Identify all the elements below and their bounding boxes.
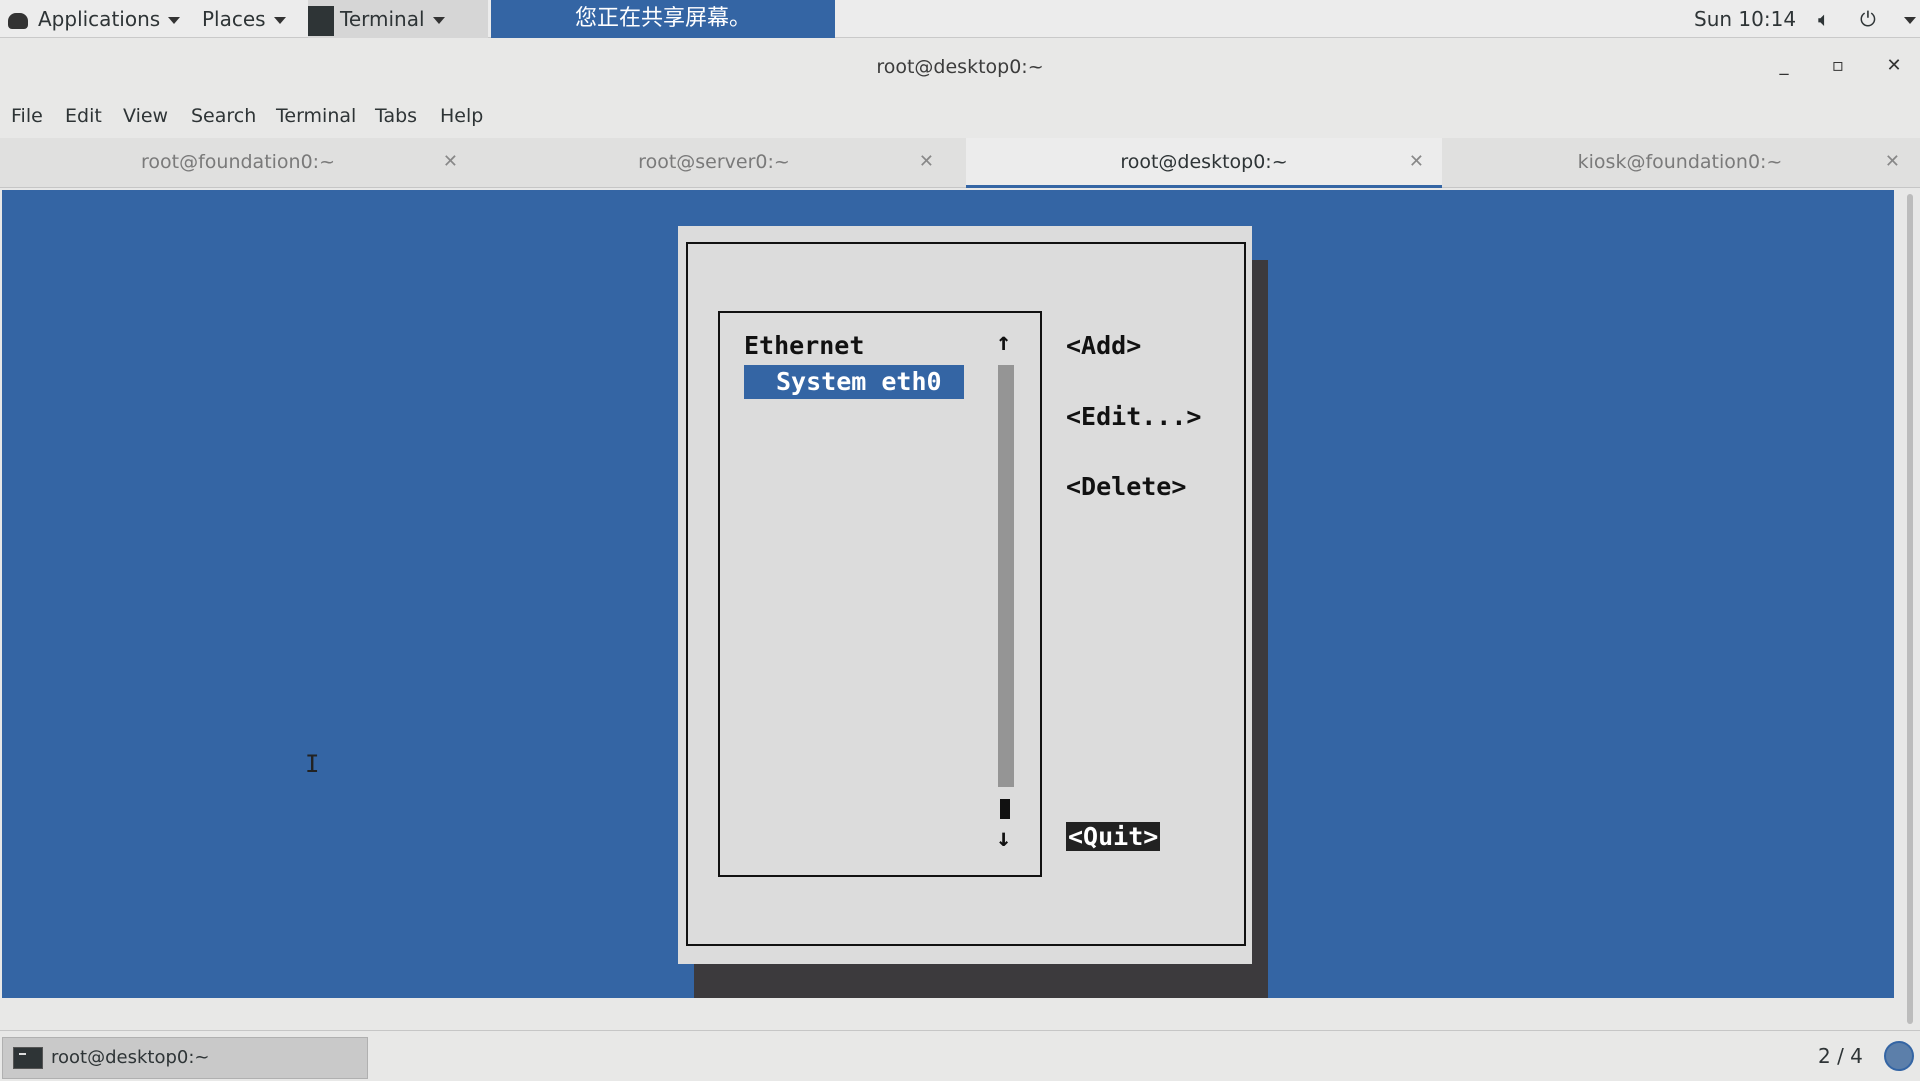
tab-kiosk-foundation0[interactable]: kiosk@foundation0:~ ✕: [1442, 138, 1918, 188]
chevron-down-icon: [168, 17, 181, 24]
window-title: root@desktop0:~: [876, 56, 1044, 78]
edit-button[interactable]: <Edit...>: [1066, 402, 1201, 431]
tab-root-server0[interactable]: root@server0:~ ✕: [476, 138, 952, 188]
menubar: File Edit View Search Terminal Tabs Help: [0, 96, 1920, 136]
terminal-app-menu[interactable]: Terminal: [308, 0, 488, 38]
scroll-up-arrow-icon[interactable]: ↑: [996, 327, 1011, 356]
menu-terminal[interactable]: Terminal: [276, 96, 356, 136]
delete-button[interactable]: <Delete>: [1066, 472, 1186, 501]
menu-edit[interactable]: Edit: [65, 96, 102, 136]
tab-label: root@server0:~: [638, 151, 790, 173]
terminal-icon: [308, 5, 334, 36]
menu-file[interactable]: File: [11, 96, 43, 136]
minimize-button[interactable]: _: [1772, 54, 1796, 78]
list-scrollbar[interactable]: [998, 365, 1014, 787]
text-cursor-icon: I: [305, 750, 320, 778]
tab-root-desktop0[interactable]: root@desktop0:~ ✕: [966, 138, 1442, 188]
tab-label: root@foundation0:~: [141, 151, 335, 173]
chevron-down-icon: [1904, 17, 1916, 24]
globe-icon[interactable]: [1884, 1041, 1914, 1071]
places-menu[interactable]: Places: [202, 0, 286, 38]
close-icon[interactable]: ✕: [1409, 138, 1424, 186]
maximize-button[interactable]: ▫: [1826, 54, 1850, 78]
tab-root-foundation0[interactable]: root@foundation0:~ ✕: [0, 138, 476, 188]
power-icon[interactable]: ⏻: [1860, 0, 1876, 38]
scroll-down-arrow-icon[interactable]: ↓: [996, 823, 1011, 852]
chevron-down-icon: [432, 17, 445, 24]
connection-list[interactable]: Ethernet System eth0 ↑ ↓: [718, 311, 1042, 877]
nmtui-dialog: Ethernet System eth0 ↑ ↓ <Add> <Edit...>…: [678, 226, 1252, 964]
chevron-down-icon: [273, 17, 286, 24]
terminal-icon: [13, 1047, 43, 1069]
close-window-button[interactable]: ✕: [1882, 54, 1906, 78]
screen-sharing-banner: 您正在共享屏幕。: [491, 0, 835, 38]
terminal-scrollbar-thumb[interactable]: [1907, 194, 1913, 1024]
taskbar-window-button[interactable]: root@desktop0:~: [2, 1037, 368, 1079]
top-panel: Applications Places Terminal 您正在共享屏幕。 Su…: [0, 0, 1920, 38]
gnome-foot-icon: [8, 12, 28, 29]
menu-search[interactable]: Search: [191, 96, 256, 136]
menu-tabs[interactable]: Tabs: [375, 96, 417, 136]
close-icon[interactable]: ✕: [1885, 138, 1900, 186]
terminal-app-label: Terminal: [340, 7, 425, 31]
applications-label: Applications: [38, 7, 161, 31]
menu-help[interactable]: Help: [440, 96, 483, 136]
tab-label: root@desktop0:~: [1120, 151, 1288, 173]
clock[interactable]: Sun 10:14: [1694, 0, 1796, 38]
list-scrollbar-thumb[interactable]: [1000, 799, 1010, 819]
close-icon[interactable]: ✕: [443, 138, 458, 186]
close-icon[interactable]: ✕: [919, 138, 934, 186]
bottom-panel: root@desktop0:~ 2 / 4: [0, 1030, 1920, 1080]
list-item-selected[interactable]: System eth0: [744, 365, 964, 399]
taskbar-window-label: root@desktop0:~: [51, 1047, 210, 1068]
window-titlebar[interactable]: root@desktop0:~: [0, 38, 1920, 96]
list-heading: Ethernet: [744, 331, 865, 360]
tab-bar: root@foundation0:~ ✕ root@server0:~ ✕ ro…: [0, 138, 1920, 188]
quit-button[interactable]: <Quit>: [1066, 822, 1161, 851]
add-button[interactable]: <Add>: [1066, 331, 1141, 360]
workspace-indicator[interactable]: 2 / 4: [1818, 1031, 1863, 1081]
system-menu-arrow[interactable]: [1896, 0, 1916, 38]
menu-view[interactable]: View: [123, 96, 168, 136]
tab-label: kiosk@foundation0:~: [1577, 151, 1783, 173]
places-label: Places: [202, 7, 266, 31]
applications-menu[interactable]: Applications: [8, 0, 181, 38]
volume-muted-icon[interactable]: 🔈︎: [1818, 0, 1830, 38]
